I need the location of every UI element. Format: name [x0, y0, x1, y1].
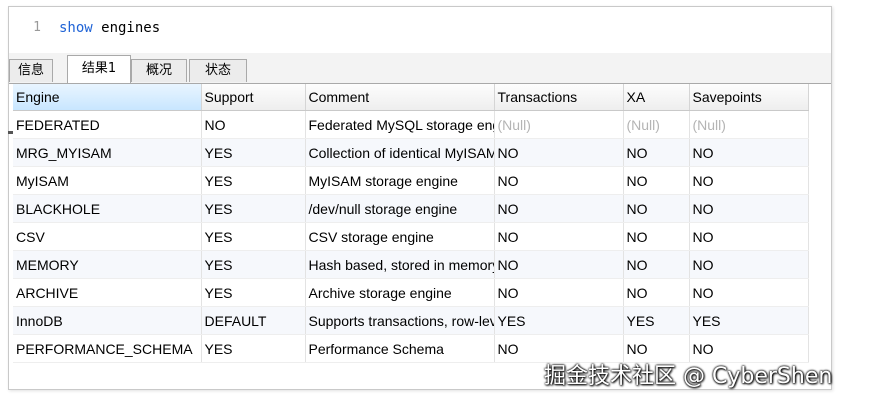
- cell-xa[interactable]: NO: [623, 166, 690, 195]
- cell-savepoints[interactable]: NO: [689, 250, 809, 279]
- cell-savepoints[interactable]: NO: [689, 166, 809, 195]
- cell-comment[interactable]: Hash based, stored in memory: [305, 250, 495, 279]
- cell-comment[interactable]: Collection of identical MyISAM tables: [305, 138, 495, 167]
- column-header-engine[interactable]: Engine: [13, 84, 202, 111]
- cell-comment[interactable]: /dev/null storage engine: [305, 194, 495, 223]
- cell-transactions[interactable]: YES: [494, 306, 624, 335]
- cell-savepoints[interactable]: YES: [689, 306, 809, 335]
- table-row[interactable]: MRG_MYISAM YES Collection of identical M…: [13, 138, 809, 167]
- sql-code[interactable]: show engines: [59, 20, 160, 36]
- cell-savepoints[interactable]: NO: [689, 138, 809, 167]
- cell-xa[interactable]: YES: [623, 306, 690, 335]
- table-row[interactable]: MyISAM YES MyISAM storage engine NO NO N…: [13, 166, 809, 195]
- cell-support[interactable]: YES: [201, 278, 306, 307]
- cell-comment[interactable]: Archive storage engine: [305, 278, 495, 307]
- result-tabs: 信息 结果1 概况 状态: [9, 53, 831, 84]
- table-row[interactable]: CSV YES CSV storage engine NO NO NO: [13, 222, 809, 251]
- cell-transactions[interactable]: NO: [494, 278, 624, 307]
- cell-comment[interactable]: Supports transactions, row-level locking: [305, 306, 495, 335]
- cell-xa[interactable]: NO: [623, 278, 690, 307]
- cell-engine[interactable]: InnoDB: [13, 306, 202, 335]
- column-header-support[interactable]: Support: [201, 84, 306, 111]
- line-number: 1: [33, 20, 41, 35]
- table-row[interactable]: BLACKHOLE YES /dev/null storage engine N…: [13, 194, 809, 223]
- cell-savepoints[interactable]: NO: [689, 194, 809, 223]
- column-header-transactions[interactable]: Transactions: [494, 84, 624, 111]
- sql-argument: engines: [92, 20, 161, 36]
- column-header-xa[interactable]: XA: [623, 84, 690, 111]
- cell-xa[interactable]: NO: [623, 250, 690, 279]
- header-row: Engine Support Comment Transactions XA S…: [13, 84, 809, 111]
- cell-comment[interactable]: MyISAM storage engine: [305, 166, 495, 195]
- cell-support[interactable]: NO: [201, 110, 306, 139]
- cell-transactions[interactable]: NO: [494, 166, 624, 195]
- tab-result-1[interactable]: 结果1: [67, 55, 131, 83]
- watermark: 掘金技术社区 @ CyberShen: [544, 364, 833, 389]
- table-row[interactable]: ARCHIVE YES Archive storage engine NO NO…: [13, 278, 809, 307]
- cell-xa[interactable]: NO: [623, 138, 690, 167]
- table-row[interactable]: FEDERATED NO Federated MySQL storage eng…: [13, 110, 809, 139]
- cell-support[interactable]: YES: [201, 250, 306, 279]
- cell-engine[interactable]: MyISAM: [13, 166, 202, 195]
- cell-savepoints[interactable]: NO: [689, 278, 809, 307]
- table-row[interactable]: InnoDB DEFAULT Supports transactions, ro…: [13, 306, 809, 335]
- cell-support[interactable]: DEFAULT: [201, 306, 306, 335]
- cell-engine[interactable]: ARCHIVE: [13, 278, 202, 307]
- cell-xa[interactable]: NO: [623, 222, 690, 251]
- cell-xa[interactable]: (Null): [623, 110, 690, 139]
- sql-keyword: show: [59, 20, 93, 36]
- result-grid[interactable]: Engine Support Comment Transactions XA S…: [13, 84, 809, 363]
- cell-transactions[interactable]: NO: [494, 222, 624, 251]
- cell-support[interactable]: YES: [201, 194, 306, 223]
- cell-engine[interactable]: MRG_MYISAM: [13, 138, 202, 167]
- cell-comment[interactable]: Federated MySQL storage engine: [305, 110, 495, 139]
- cell-support[interactable]: YES: [201, 138, 306, 167]
- cell-xa[interactable]: NO: [623, 194, 690, 223]
- cell-transactions[interactable]: NO: [494, 194, 624, 223]
- cell-transactions[interactable]: NO: [494, 138, 624, 167]
- cell-support[interactable]: YES: [201, 334, 306, 363]
- cell-engine[interactable]: BLACKHOLE: [13, 194, 202, 223]
- cell-engine[interactable]: CSV: [13, 222, 202, 251]
- cell-transactions[interactable]: NO: [494, 250, 624, 279]
- sql-editor[interactable]: 1 show engines: [9, 7, 831, 54]
- table-row[interactable]: MEMORY YES Hash based, stored in memory …: [13, 250, 809, 279]
- cell-engine[interactable]: MEMORY: [13, 250, 202, 279]
- cell-transactions[interactable]: (Null): [494, 110, 624, 139]
- cell-support[interactable]: YES: [201, 166, 306, 195]
- cell-engine[interactable]: PERFORMANCE_SCHEMA: [13, 334, 202, 363]
- tab-info[interactable]: 信息: [9, 59, 53, 82]
- tab-status[interactable]: 状态: [189, 59, 247, 82]
- cell-comment[interactable]: Performance Schema: [305, 334, 495, 363]
- column-header-comment[interactable]: Comment: [305, 84, 495, 111]
- column-header-savepoints[interactable]: Savepoints: [689, 84, 809, 111]
- cell-engine[interactable]: FEDERATED: [13, 110, 202, 139]
- cell-savepoints[interactable]: (Null): [689, 110, 809, 139]
- cell-savepoints[interactable]: NO: [689, 222, 809, 251]
- cell-support[interactable]: YES: [201, 222, 306, 251]
- cell-comment[interactable]: CSV storage engine: [305, 222, 495, 251]
- tab-profile[interactable]: 概况: [131, 59, 187, 82]
